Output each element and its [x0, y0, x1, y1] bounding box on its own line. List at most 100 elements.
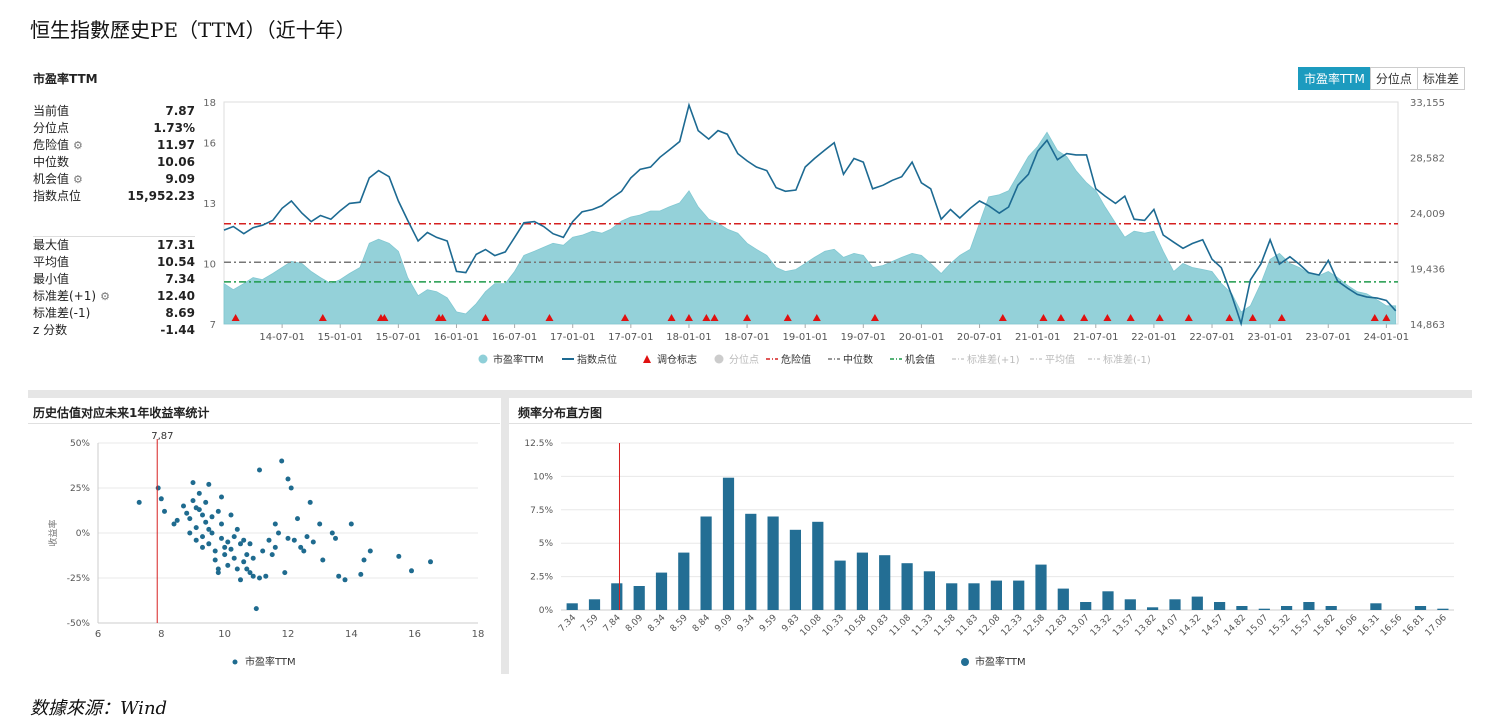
histogram-bar — [1102, 591, 1114, 610]
scatter-x-tick-label: 8 — [158, 629, 164, 640]
scatter-point — [234, 566, 240, 572]
hist-x-tick-label: 10.83 — [866, 613, 891, 638]
scatter-point — [348, 521, 354, 527]
scatter-y-tick-label: 50% — [70, 439, 90, 449]
hist-x-tick-label: 17.06 — [1424, 613, 1449, 638]
scatter-point — [279, 458, 285, 464]
histogram-bar — [923, 571, 935, 610]
hist-x-tick-label: 11.33 — [910, 613, 935, 638]
hist-x-tick-label: 12.08 — [977, 613, 1002, 638]
scatter-point — [212, 548, 218, 554]
scatter-legend-label: 市盈率TTM — [245, 655, 296, 668]
scatter-point — [174, 517, 180, 523]
hist-x-tick-label: 13.82 — [1133, 613, 1158, 638]
hist-x-tick-label: 7.59 — [579, 613, 600, 634]
hist-legend-label: 市盈率TTM — [975, 655, 1026, 668]
legend-item: 危险值 — [766, 353, 811, 366]
hist-y-tick-label: 2.5% — [530, 573, 553, 583]
scatter-point — [269, 552, 275, 558]
scatter-point — [228, 512, 234, 518]
histogram-bar — [745, 513, 757, 610]
scatter-point — [301, 548, 307, 554]
scatter-legend-swatch — [232, 659, 238, 665]
histogram-bar — [990, 580, 1002, 610]
histogram-bar — [1124, 599, 1136, 610]
scatter-point — [361, 557, 367, 563]
histogram-bar — [611, 583, 623, 610]
x-tick-label: 19-01-01 — [782, 332, 827, 343]
hist-x-tick-label: 13.32 — [1089, 613, 1114, 638]
histogram-bar — [633, 586, 645, 610]
scatter-point — [200, 544, 205, 550]
scatter-point — [285, 535, 291, 541]
scatter-point — [196, 507, 202, 513]
histogram-bar — [879, 555, 891, 610]
histogram-bar — [767, 516, 779, 610]
current-value-label: 7,87 — [151, 431, 173, 442]
scatter-x-tick-label: 18 — [472, 629, 485, 640]
scatter-point — [200, 512, 205, 518]
scatter-point — [260, 548, 266, 554]
legend-item: 标准差(-1) — [1088, 353, 1151, 366]
scatter-point — [336, 573, 342, 579]
scatter-point — [203, 499, 209, 505]
hist-x-tick-label: 7.84 — [602, 613, 623, 634]
page-title: 恒生指數歷史PE（TTM）（近十年） — [30, 18, 356, 42]
hist-x-tick-label: 12.33 — [999, 613, 1024, 638]
histogram-bar — [588, 599, 601, 610]
hist-x-tick-label: 12.83 — [1044, 613, 1069, 638]
hist-x-tick-label: 14.57 — [1200, 613, 1225, 638]
x-tick-label: 21-07-01 — [1073, 332, 1118, 343]
x-tick-label: 19-07-01 — [841, 332, 886, 343]
hist-x-tick-label: 10.08 — [799, 613, 824, 638]
scatter-point — [396, 553, 402, 559]
y-left-tick-label: 7 — [210, 320, 216, 331]
pe-area — [223, 131, 1397, 325]
x-tick-label: 23-07-01 — [1306, 332, 1351, 343]
y-right-tick-label: 14,863 — [1410, 320, 1445, 331]
histogram-bar — [856, 552, 868, 610]
histogram-bar — [901, 563, 913, 610]
x-tick-label: 24-01-01 — [1364, 332, 1409, 343]
tab-std[interactable]: 标准差 — [1416, 67, 1465, 90]
hist-x-tick-label: 11.58 — [933, 613, 958, 638]
scatter-point — [358, 571, 364, 577]
legend-item: 中位数 — [828, 353, 873, 366]
histogram-bar — [1325, 606, 1337, 610]
scatter-point — [200, 534, 205, 540]
legend-label: 中位数 — [843, 353, 873, 366]
legend-label: 指数点位 — [577, 353, 617, 366]
histogram-title-rule — [509, 423, 1472, 424]
hist-legend-swatch — [961, 658, 969, 666]
histogram-bar — [946, 583, 958, 610]
scatter-point — [257, 575, 262, 581]
x-tick-label: 16-07-01 — [492, 332, 537, 343]
legend-item: 分位点 — [714, 353, 759, 366]
scatter-point — [257, 467, 262, 473]
x-tick-label: 20-01-01 — [899, 332, 944, 343]
scatter-point — [288, 485, 294, 491]
histogram-bar — [655, 572, 668, 610]
histogram-bar — [722, 477, 735, 610]
legend-swatch — [478, 354, 488, 364]
hist-x-tick-label: 15.07 — [1245, 613, 1270, 638]
hist-x-tick-label: 11.08 — [888, 613, 913, 638]
scatter-point — [231, 534, 237, 540]
scatter-point — [203, 519, 209, 525]
hist-x-tick-label: 15.82 — [1312, 613, 1337, 638]
scatter-x-tick-label: 16 — [408, 629, 421, 640]
scatter-point — [367, 548, 373, 554]
x-tick-label: 18-01-01 — [666, 332, 711, 343]
x-tick-label: 14-07-01 — [259, 332, 304, 343]
scatter-point — [219, 494, 224, 500]
tab-percentile[interactable]: 分位点 — [1369, 67, 1418, 90]
y-right-tick-label: 24,009 — [1410, 209, 1445, 220]
histogram-bar — [1013, 580, 1025, 610]
scatter-point — [329, 530, 335, 536]
scatter-point — [212, 557, 218, 563]
scatter-point — [193, 525, 199, 531]
hist-x-tick-label: 14.07 — [1156, 613, 1181, 638]
x-tick-label: 15-01-01 — [318, 332, 363, 343]
scatter-point — [206, 541, 212, 547]
tab-pe-ttm[interactable]: 市盈率TTM — [1298, 67, 1371, 90]
